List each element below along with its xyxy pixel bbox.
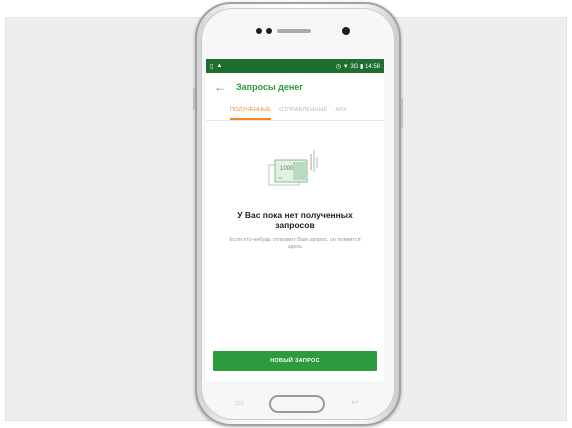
phone-device: ▯ ▲ ◷ ▼ 3G ▮ 14:58 ← Запросы денег ПОЛУЧ… (193, 2, 403, 426)
money-request-illustration: 1000 (268, 150, 318, 186)
power-button (401, 98, 403, 128)
wifi-icon: ▼ (342, 63, 349, 70)
empty-state-title: У Вас пока нет полученных запросов (237, 210, 353, 230)
notification-icon: ▲ (216, 63, 223, 69)
app-screen: ▯ ▲ ◷ ▼ 3G ▮ 14:58 ← Запросы денег ПОЛУЧ… (206, 59, 384, 381)
home-button[interactable] (269, 395, 325, 413)
status-bar: ▯ ▲ ◷ ▼ 3G ▮ 14:58 (206, 59, 384, 73)
time-label: 14:58 (364, 63, 380, 70)
tab-received[interactable]: ПОЛУЧЕННЫЕ (230, 101, 272, 120)
sim-icon: ▯ (210, 63, 214, 70)
front-camera-icon (342, 27, 350, 35)
front-sensor-icon (256, 28, 262, 34)
alarm-icon: ◷ (335, 63, 342, 70)
status-time: ◷ ▼ 3G ▮ 14:58 (336, 63, 380, 70)
empty-state-description: Если кто-нибудь отправит Вам запрос, он … (229, 237, 361, 250)
volume-button (193, 88, 195, 110)
illustration-amount: 1000 (280, 166, 294, 172)
tab-archive[interactable]: АРХ (335, 101, 346, 120)
back-arrow-icon[interactable]: ← (214, 81, 226, 93)
signal-label: 3G (350, 63, 359, 70)
front-sensor-icon (266, 28, 272, 34)
battery-icon: ▮ (360, 63, 364, 70)
tab-bar: ПОЛУЧЕННЫЕ ОТПРАВЛЕННЫЕ АРХ (206, 101, 384, 121)
tab-sent[interactable]: ОТПРАВЛЕННЫЕ (279, 101, 327, 120)
recent-apps-icon[interactable]: ▭ (235, 398, 244, 407)
page-title: Запросы денег (236, 82, 304, 92)
earpiece (277, 29, 311, 33)
new-request-button[interactable]: НОВЫЙ ЗАПРОС (213, 351, 377, 371)
app-toolbar: ← Запросы денег (206, 73, 384, 101)
back-key-icon[interactable]: ↩ (351, 398, 359, 407)
